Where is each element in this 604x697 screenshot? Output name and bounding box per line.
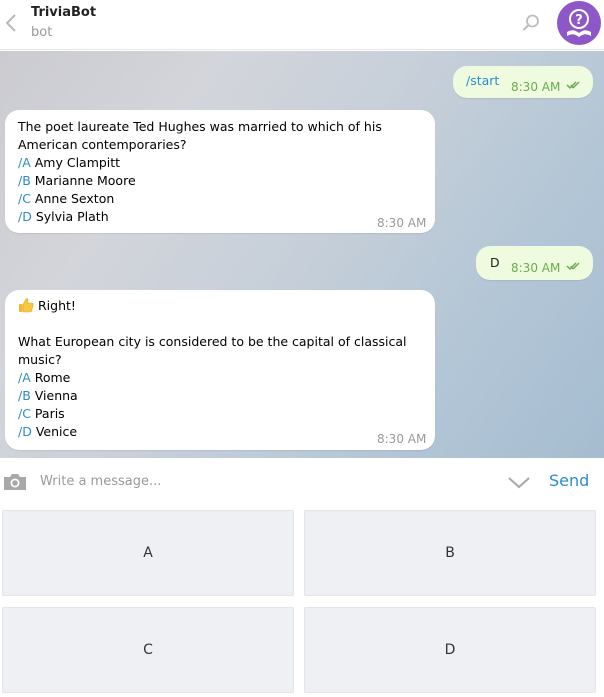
double-check-icon	[566, 81, 580, 90]
message-time: 8:30 AM	[377, 216, 427, 230]
keyboard-button-b[interactable]: B	[304, 510, 596, 596]
option-line: /A Amy Clampitt	[18, 154, 428, 172]
option-text: Anne Sexton	[30, 191, 115, 206]
option-line: /D Sylvia Plath	[18, 208, 428, 226]
incoming-message: The poet laureate Ted Hughes was married…	[5, 110, 435, 233]
reply-keyboard: A B C D	[0, 503, 604, 697]
incoming-message: Right! What European city is considered …	[5, 290, 435, 450]
question-text: The poet laureate Ted Hughes was married…	[18, 119, 382, 152]
chat-title[interactable]: TriviaBot	[31, 5, 96, 20]
command-link[interactable]: /B	[18, 388, 31, 403]
option-text: Rome	[30, 370, 71, 385]
double-check-icon	[566, 262, 580, 271]
option-text: Paris	[30, 406, 65, 421]
keyboard-button-d[interactable]: D	[304, 607, 596, 693]
avatar-question-book-icon: ?	[567, 9, 591, 37]
option-text: Vienna	[30, 388, 78, 403]
outgoing-message: /start 8:30 AM	[453, 66, 593, 98]
option-line: /D Venice	[18, 423, 428, 441]
back-arrow-icon[interactable]	[4, 12, 18, 34]
option-line: /A Rome	[18, 369, 428, 387]
message-input[interactable]	[40, 470, 340, 492]
command-link[interactable]: /C	[18, 406, 31, 421]
question-text: What European city is considered to be t…	[18, 334, 407, 367]
command-link[interactable]: /D	[18, 209, 32, 224]
option-text: Sylvia Plath	[31, 209, 109, 224]
feedback-text: Right!	[38, 298, 76, 313]
message-time: 8:30 AM	[511, 80, 561, 94]
command-link[interactable]: /C	[18, 191, 31, 206]
option-text: Marianne Moore	[30, 173, 136, 188]
chat-subtitle: bot	[31, 25, 53, 40]
feedback-line: Right!	[18, 297, 428, 315]
option-line: /B Marianne Moore	[18, 172, 428, 190]
message-list[interactable]: /start 8:30 AM The poet laureate Ted Hug…	[0, 51, 604, 458]
message-text[interactable]: /start	[466, 72, 499, 90]
search-icon[interactable]	[518, 10, 544, 36]
message-text: D	[490, 255, 500, 270]
thumbs-up-icon	[19, 298, 34, 313]
option-text: Amy Clampitt	[30, 155, 121, 170]
command-link[interactable]: /D	[18, 424, 32, 439]
option-text: Venice	[31, 424, 78, 439]
option-line: /B Vienna	[18, 387, 428, 405]
chat-header: TriviaBot bot ?	[0, 0, 604, 50]
avatar[interactable]: ?	[557, 1, 601, 45]
keyboard-button-c[interactable]: C	[2, 607, 294, 693]
camera-icon[interactable]	[2, 472, 28, 492]
message-time: 8:30 AM	[511, 261, 561, 275]
outgoing-message: D 8:30 AM	[476, 246, 593, 280]
message-time: 8:30 AM	[377, 432, 427, 446]
option-line: /C Paris	[18, 405, 428, 423]
command-link[interactable]: /A	[18, 155, 31, 170]
chevron-down-icon[interactable]	[506, 472, 532, 492]
message-composer: Send	[0, 458, 604, 503]
send-button[interactable]: Send	[549, 471, 589, 490]
option-line: /C Anne Sexton	[18, 190, 428, 208]
command-link[interactable]: /A	[18, 370, 31, 385]
svg-text:?: ?	[575, 13, 583, 28]
command-link[interactable]: /B	[18, 173, 31, 188]
keyboard-button-a[interactable]: A	[2, 510, 294, 596]
